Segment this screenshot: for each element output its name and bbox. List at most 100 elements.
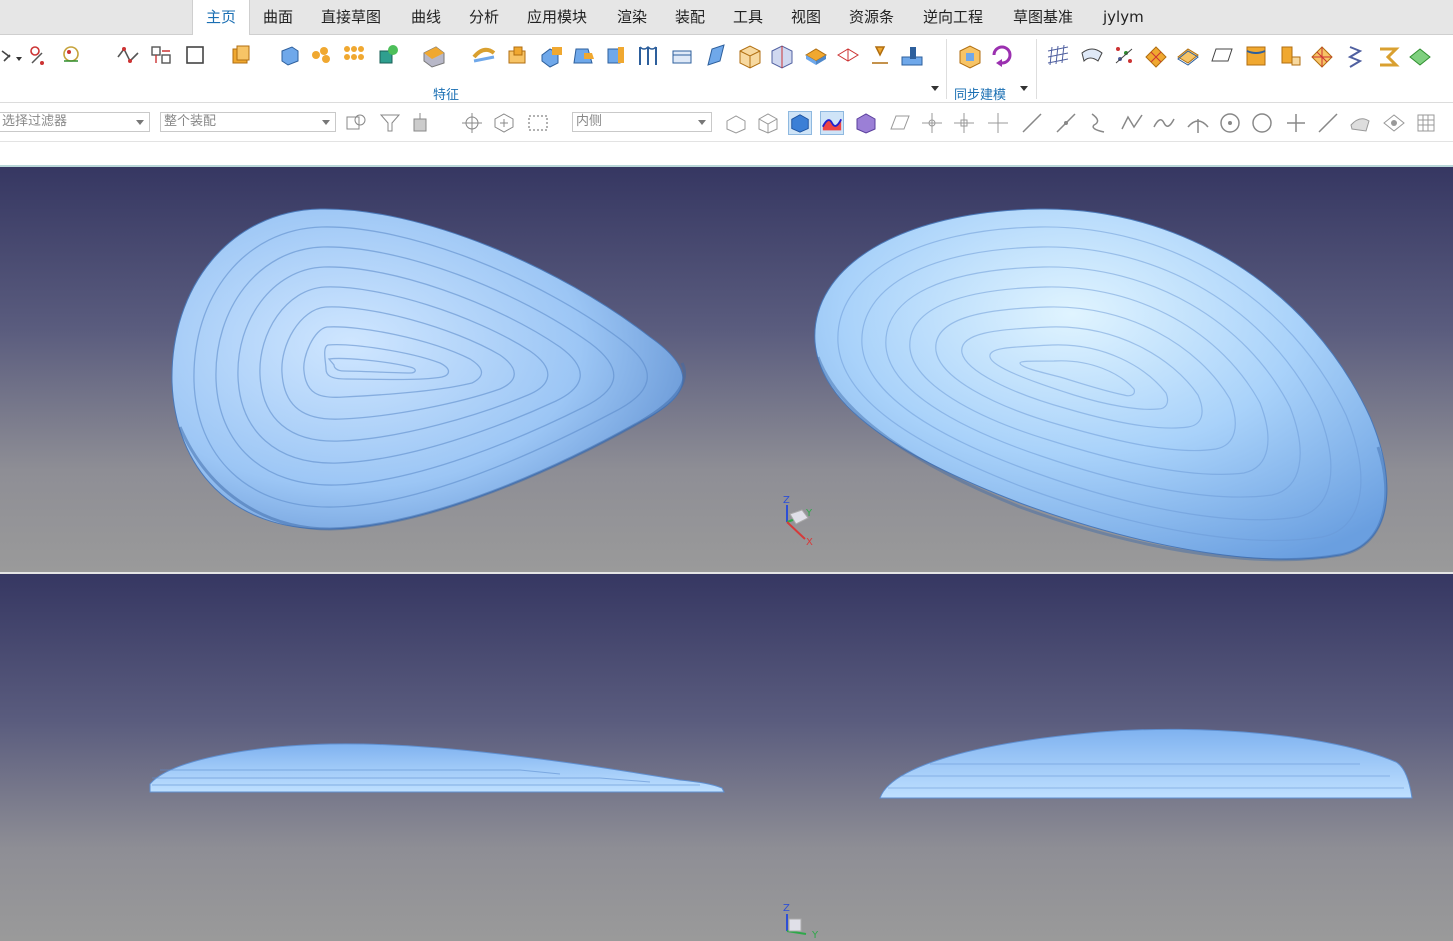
hidden-line-icon[interactable]	[756, 111, 780, 135]
shell-icon[interactable]	[422, 43, 446, 73]
polyline-snap-icon[interactable]	[1120, 111, 1144, 135]
studio-icon[interactable]	[888, 111, 912, 135]
selection-mode-dropdown[interactable]: 内侧	[572, 112, 712, 132]
selection-mode-value: 内侧	[576, 114, 603, 129]
snap-mid-icon[interactable]	[952, 111, 976, 135]
pattern-icon[interactable]	[310, 43, 334, 73]
block-icon[interactable]	[278, 43, 302, 73]
thicken-icon[interactable]	[836, 43, 860, 73]
split-body-icon[interactable]	[636, 43, 660, 73]
shell-top-view[interactable]	[171, 208, 687, 531]
chevron-down-icon	[322, 120, 330, 125]
shaded-icon[interactable]	[854, 111, 878, 135]
circle-icon[interactable]	[1218, 111, 1242, 135]
tab-home[interactable]: 主页	[192, 0, 250, 35]
tab-curve[interactable]: 曲线	[411, 0, 441, 34]
triad-z-label: Z	[783, 495, 790, 506]
emboss-icon[interactable]	[804, 43, 828, 73]
hole-icon[interactable]	[540, 43, 564, 73]
ruled-surface-icon[interactable]	[1244, 43, 1268, 73]
edge-blend-icon[interactable]	[472, 43, 496, 73]
tab-view[interactable]: 视图	[791, 0, 821, 34]
rectangle-select-icon[interactable]	[526, 111, 550, 135]
point-icon[interactable]	[1284, 111, 1308, 135]
datum-icon[interactable]	[150, 43, 174, 73]
wireframe-icon[interactable]	[724, 111, 748, 135]
surface-point-icon[interactable]	[1348, 111, 1372, 135]
mirror-body-icon[interactable]	[770, 43, 794, 73]
assembly-scope-dropdown[interactable]: 整个装配	[160, 112, 336, 132]
shell-front-view[interactable]	[149, 743, 725, 793]
draft-body-icon[interactable]	[868, 43, 892, 73]
tangent-icon[interactable]	[1186, 111, 1210, 135]
sketch-icon[interactable]	[0, 43, 24, 73]
sync-group-more-arrow[interactable]	[1020, 86, 1028, 91]
sweep-icon[interactable]	[704, 43, 728, 73]
graphics-viewport-bottom[interactable]: Z Y	[0, 574, 1453, 941]
chamfer-icon[interactable]	[506, 43, 530, 73]
sew-surface-icon[interactable]	[1376, 43, 1400, 73]
tab-direct-sketch[interactable]: 直接草图	[321, 0, 381, 34]
extrude-icon[interactable]	[230, 43, 254, 73]
move-face-icon[interactable]	[958, 43, 982, 73]
replace-face-icon[interactable]	[990, 43, 1014, 73]
tab-application[interactable]: 应用模块	[527, 0, 587, 34]
array-icon[interactable]	[342, 43, 366, 73]
tab-jylym[interactable]: jylym	[1103, 0, 1144, 34]
selection-filter-value: 选择过滤器	[2, 114, 68, 129]
polyline-icon[interactable]	[116, 43, 140, 73]
shaded-edges-icon[interactable]	[788, 111, 812, 135]
graphics-viewport-top[interactable]: Z Y X	[0, 167, 1453, 572]
point-cloud-icon[interactable]	[1112, 43, 1136, 73]
tab-tools[interactable]: 工具	[733, 0, 763, 34]
snap-center-icon[interactable]	[492, 111, 516, 135]
diagonal-line-icon[interactable]	[1316, 111, 1340, 135]
mesh-surface-icon[interactable]	[1046, 43, 1070, 73]
snap-grid-icon[interactable]	[920, 111, 944, 135]
selection-filter-dropdown[interactable]: 选择过滤器	[0, 112, 150, 132]
offset-face-icon[interactable]	[604, 43, 628, 73]
arc-curve-icon[interactable]	[1086, 111, 1110, 135]
draft-icon[interactable]	[572, 43, 596, 73]
circle-curve-icon[interactable]	[60, 43, 84, 73]
section-surface-icon[interactable]	[1344, 43, 1368, 73]
rectangle-icon[interactable]	[184, 43, 208, 73]
unite-icon[interactable]	[378, 43, 402, 73]
fit-surface-icon[interactable]	[1080, 43, 1104, 73]
feature-group-more-arrow[interactable]	[931, 86, 939, 91]
tab-reverse-engineering[interactable]: 逆向工程	[923, 0, 983, 34]
boss-icon[interactable]	[900, 43, 924, 73]
coordinate-triad: Z Y	[783, 903, 819, 941]
tab-resource-bar[interactable]: 资源条	[849, 0, 894, 34]
box-outline-icon[interactable]	[738, 43, 762, 73]
line-point-icon[interactable]	[1054, 111, 1078, 135]
shell-side-view[interactable]	[879, 728, 1413, 799]
boundary-surface-icon[interactable]	[1210, 43, 1234, 73]
spline-icon[interactable]	[1152, 111, 1176, 135]
trim-body-icon[interactable]	[670, 43, 694, 73]
tab-surface[interactable]: 曲面	[263, 0, 293, 34]
grid-surface-icon[interactable]	[1310, 43, 1334, 73]
tab-sketch-datum[interactable]: 草图基准	[1013, 0, 1073, 34]
tab-render[interactable]: 渲染	[617, 0, 647, 34]
grid-icon[interactable]	[1414, 111, 1438, 135]
group-separator	[946, 39, 947, 99]
patch-surface-icon[interactable]	[1144, 43, 1168, 73]
point-curve-icon[interactable]	[28, 43, 52, 73]
circle-outline-icon[interactable]	[1250, 111, 1274, 135]
extend-surface-icon[interactable]	[1278, 43, 1302, 73]
assembly-scope-value: 整个装配	[164, 114, 217, 129]
tab-analysis[interactable]: 分析	[469, 0, 499, 34]
shell-isometric-view[interactable]	[814, 208, 1388, 562]
face-select-icon[interactable]	[1382, 111, 1406, 135]
select-group-icon[interactable]	[344, 111, 368, 135]
tab-assembly[interactable]: 装配	[675, 0, 705, 34]
snap-point-icon[interactable]	[460, 111, 484, 135]
select-filter-icon[interactable]	[378, 111, 402, 135]
surface-offset-icon[interactable]	[1176, 43, 1200, 73]
surface-mesh-icon[interactable]	[1408, 43, 1432, 73]
line-icon[interactable]	[1020, 111, 1044, 135]
select-feature-icon[interactable]	[410, 111, 434, 135]
snap-end-icon[interactable]	[986, 111, 1010, 135]
face-analysis-icon[interactable]	[820, 111, 844, 135]
